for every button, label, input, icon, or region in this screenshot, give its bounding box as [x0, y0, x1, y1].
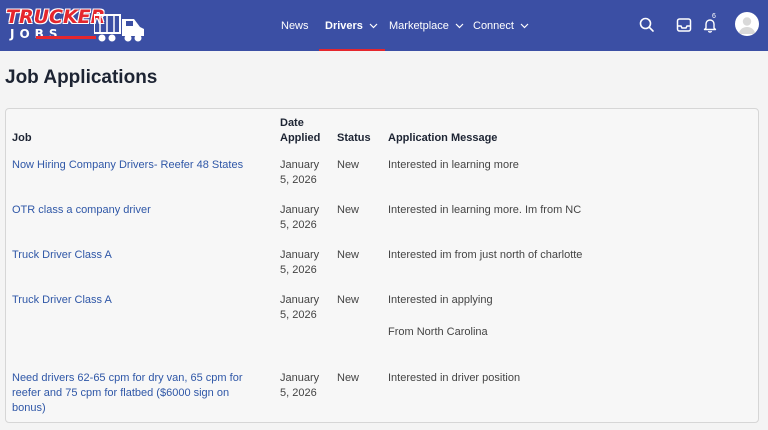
application-message-line2: From North Carolina	[388, 326, 488, 338]
bell-icon[interactable]	[701, 16, 719, 34]
nav-marketplace[interactable]: Marketplace	[389, 0, 465, 51]
application-message: Interested im from just north of charlot…	[388, 249, 583, 261]
job-link[interactable]: Truck Driver Class A	[12, 293, 272, 308]
status-value: New	[337, 204, 360, 216]
chevron-down-icon	[520, 21, 530, 31]
application-message: Interested in learning more	[388, 159, 519, 171]
date-applied: January 5, 2026	[280, 159, 320, 186]
date-applied: January 5, 2026	[280, 294, 320, 321]
application-message: Interested in learning more. Im from NC	[388, 204, 582, 216]
column-header-job: Job	[12, 132, 32, 144]
applications-table: Job Date Applied Status Application Mess…	[5, 108, 759, 423]
nav-news[interactable]: News	[281, 0, 309, 51]
date-applied: January 5, 2026	[280, 249, 320, 276]
chevron-down-icon	[369, 21, 379, 31]
column-header-date: Date Applied	[280, 117, 321, 144]
notification-count: 6	[712, 13, 716, 20]
site-logo[interactable]: TRUCKER JOBS	[6, 7, 146, 43]
search-icon[interactable]	[638, 16, 656, 34]
status-value: New	[337, 249, 360, 261]
application-message: Interested in driver position	[388, 372, 521, 384]
page-title: Job Applications	[5, 67, 158, 88]
date-applied: January 5, 2026	[280, 204, 320, 231]
status-value: New	[337, 294, 360, 306]
chevron-down-icon	[455, 21, 465, 31]
logo-word-trucker: TRUCKER	[6, 6, 106, 28]
nav-connect-label: Connect	[473, 19, 514, 32]
status-value: New	[337, 372, 360, 384]
status-value: New	[337, 159, 360, 171]
job-link[interactable]: Truck Driver Class A	[12, 248, 272, 263]
application-message: Interested in applying	[388, 294, 493, 306]
nav-drivers[interactable]: Drivers	[319, 0, 385, 51]
job-link[interactable]: OTR class a company driver	[12, 203, 272, 218]
inbox-icon[interactable]	[675, 16, 693, 34]
avatar[interactable]	[735, 12, 759, 36]
truck-icon	[94, 14, 144, 42]
logo-underline	[36, 36, 96, 39]
column-header-message: Application Message	[388, 132, 498, 144]
nav-connect[interactable]: Connect	[473, 0, 530, 51]
job-link[interactable]: Now Hiring Company Drivers- Reefer 48 St…	[12, 158, 272, 173]
nav-marketplace-label: Marketplace	[389, 19, 449, 32]
top-navbar: TRUCKER JOBS News Drivers Marketplace Co…	[0, 0, 768, 51]
nav-news-label: News	[281, 19, 309, 32]
nav-drivers-label: Drivers	[325, 19, 363, 32]
date-applied: January 5, 2026	[280, 372, 320, 399]
job-link[interactable]: Need drivers 62-65 cpm for dry van, 65 c…	[12, 371, 264, 416]
column-header-status: Status	[337, 132, 371, 144]
